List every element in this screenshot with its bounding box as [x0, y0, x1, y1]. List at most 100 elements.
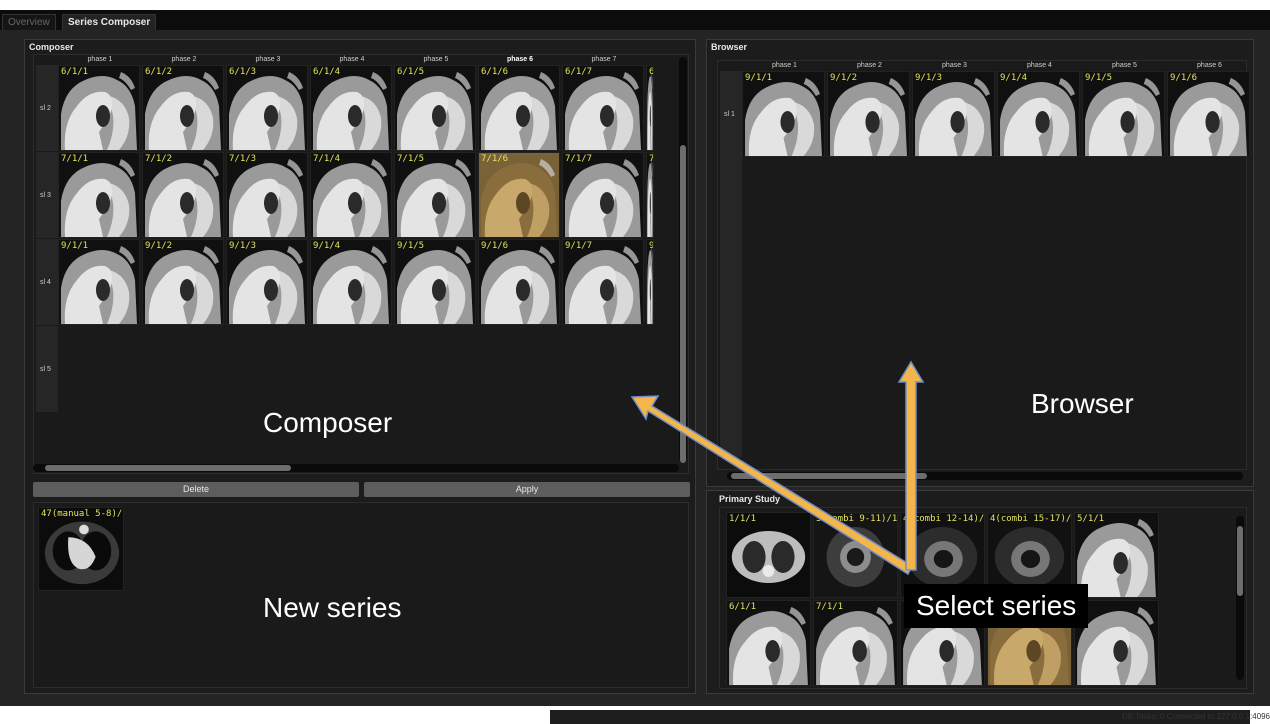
- browser-cell[interactable]: 9/1/5: [1082, 71, 1165, 157]
- browser-horizontal-scrollbar[interactable]: [727, 472, 1243, 480]
- tab-series-composer[interactable]: Series Composer: [62, 14, 157, 30]
- apply-button[interactable]: Apply: [364, 482, 690, 497]
- composer-cell[interactable]: 6/1/5: [394, 65, 476, 151]
- browser-horizontal-scroll-thumb[interactable]: [731, 473, 927, 479]
- composer-cell-label: 6/1/3: [229, 67, 257, 77]
- composer-cell-label: 9/1/5: [397, 241, 425, 251]
- composer-column-header: phase 2: [171, 56, 197, 63]
- browser-cell-label: 9/1/5: [1085, 73, 1113, 83]
- cardiac-mri-image: [998, 72, 1079, 156]
- cardiac-mri-image: [727, 601, 810, 685]
- browser-cell-label: 9/1/1: [745, 73, 773, 83]
- cardiac-mri-image: [59, 153, 139, 237]
- composer-cell[interactable]: 6/1/1: [58, 65, 140, 151]
- composer-cell-label: 9/1/8: [649, 241, 654, 251]
- composer-cell[interactable]: 7/1/7: [562, 152, 644, 238]
- composer-cell[interactable]: 7/1/1: [58, 152, 140, 238]
- composer-cell[interactable]: 6/1/3: [226, 65, 308, 151]
- delete-button[interactable]: Delete: [33, 482, 359, 497]
- composer-cell[interactable]: 7/1/8: [646, 152, 654, 238]
- cardiac-mri-image: [913, 72, 994, 156]
- composer-title: Composer: [29, 42, 74, 52]
- cardiac-mri-image: [1083, 72, 1164, 156]
- browser-cell-label: 9/1/2: [830, 73, 858, 83]
- tab-overview[interactable]: Overview: [2, 14, 56, 30]
- composer-cell-label: 7/1/4: [313, 154, 341, 164]
- overlay-label-composer: Composer: [263, 407, 393, 438]
- primary-study-vertical-scroll-thumb[interactable]: [1237, 526, 1243, 596]
- composer-cell[interactable]: 9/1/7: [562, 239, 644, 325]
- cardiac-mri-image: [743, 72, 824, 156]
- cardiac-mri-image: [311, 66, 391, 150]
- cardiac-mri-image: [395, 153, 475, 237]
- composer-column-header: phase 3: [255, 56, 281, 63]
- composer-cell-selected[interactable]: 7/1/6: [478, 152, 560, 238]
- cardiac-mri-image: [479, 66, 559, 150]
- composer-cell[interactable]: 7/1/4: [310, 152, 392, 238]
- cardiac-mri-image: [143, 240, 223, 324]
- new-series-thumbnail[interactable]: 47(manual 5-8)/1: [38, 507, 124, 591]
- composer-cell-label: 9/1/2: [145, 241, 173, 251]
- composer-column-header: phase 5: [423, 56, 449, 63]
- primary-study-series[interactable]: 6/1/1: [726, 600, 811, 686]
- browser-grid: phase 1 phase 2 phase 3 phase 4 phase 5 phase…: [717, 60, 1250, 470]
- composer-horizontal-scrollbar[interactable]: [33, 464, 679, 472]
- browser-row-header: sl 1: [720, 71, 742, 457]
- composer-cell-label: 6/1/8: [649, 67, 654, 77]
- composer-cell[interactable]: 6/1/7: [562, 65, 644, 151]
- primary-study-series[interactable]: 7/1/1: [813, 600, 898, 686]
- composer-cell[interactable]: 6/1/6: [478, 65, 560, 151]
- cardiac-mri-image: [479, 153, 559, 237]
- cardiac-mri-image: [311, 240, 391, 324]
- composer-cell-label: 7/1/2: [145, 154, 173, 164]
- composer-cell[interactable]: 9/1/6: [478, 239, 560, 325]
- browser-cell[interactable]: 9/1/1: [742, 71, 825, 157]
- cardiac-mri-image: [143, 66, 223, 150]
- axial-scan-image: [727, 513, 810, 597]
- browser-cell-label: 9/1/4: [1000, 73, 1028, 83]
- composer-cell[interactable]: 6/1/2: [142, 65, 224, 151]
- composer-cell-label: 6/1/5: [397, 67, 425, 77]
- browser-cell[interactable]: 9/1/6: [1167, 71, 1250, 157]
- composer-cell[interactable]: 6/1/8: [646, 65, 654, 151]
- composer-cell[interactable]: 9/1/2: [142, 239, 224, 325]
- cardiac-mri-image: [647, 240, 653, 324]
- series-composer-app: Overview Series Composer Composer phase …: [0, 0, 1270, 724]
- composer-column-header: phase 4: [339, 56, 365, 63]
- composer-vertical-scroll-thumb[interactable]: [680, 145, 686, 463]
- composer-cell[interactable]: 7/1/3: [226, 152, 308, 238]
- browser-cell[interactable]: 9/1/4: [997, 71, 1080, 157]
- composer-cell[interactable]: 9/1/3: [226, 239, 308, 325]
- composer-cell[interactable]: 9/1/4: [310, 239, 392, 325]
- composer-cell[interactable]: 9/1/1: [58, 239, 140, 325]
- composer-cell-label: 9/1/1: [61, 241, 89, 251]
- primary-study-series[interactable]: 1/1/1: [726, 512, 811, 598]
- composer-cell-label: 7/1/8: [649, 154, 654, 164]
- primary-study-series[interactable]: 3(combi 9-11)/1/1: [813, 512, 898, 598]
- primary-study-vertical-scrollbar[interactable]: [1236, 516, 1244, 680]
- browser-column-header: phase 3: [942, 62, 967, 69]
- cardiac-mri-image: [828, 72, 909, 156]
- status-bar: DB Tasks: 0 Connected to 127.0.0.1:4096: [0, 706, 1270, 724]
- composer-cell[interactable]: 9/1/5: [394, 239, 476, 325]
- browser-cell[interactable]: 9/1/2: [827, 71, 910, 157]
- composer-row-header: sl 4: [36, 239, 58, 325]
- composer-cell-label: 9/1/4: [313, 241, 341, 251]
- cardiac-mri-image: [227, 240, 307, 324]
- primary-study-series-label: 7/1/1: [816, 602, 844, 612]
- composer-cell[interactable]: 9/1/8: [646, 239, 654, 325]
- primary-study-series-label: 1/1/1: [729, 514, 757, 524]
- axial-scan-image: [39, 508, 123, 590]
- cardiac-mri-image: [59, 66, 139, 150]
- browser-cell[interactable]: 9/1/3: [912, 71, 995, 157]
- composer-row-header: sl 2: [36, 65, 58, 151]
- composer-cell[interactable]: 6/1/4: [310, 65, 392, 151]
- primary-study-series-label: 5/1/1: [1077, 514, 1105, 524]
- composer-cell-label: 6/1/4: [313, 67, 341, 77]
- composer-vertical-scrollbar[interactable]: [679, 57, 687, 463]
- composer-cell[interactable]: 7/1/5: [394, 152, 476, 238]
- composer-horizontal-scroll-thumb[interactable]: [45, 465, 291, 471]
- composer-cell[interactable]: 7/1/2: [142, 152, 224, 238]
- short-axis-scan-image: [814, 513, 897, 597]
- overlay-label-new-series: New series: [263, 592, 402, 623]
